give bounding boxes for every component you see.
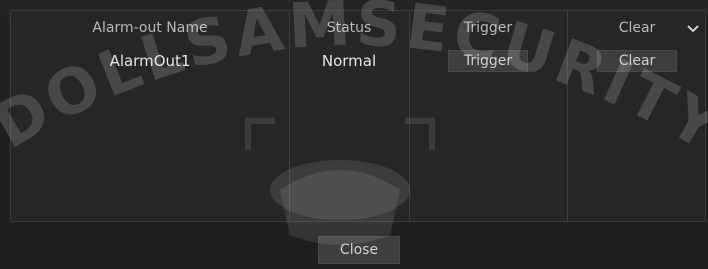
chevron-down-icon[interactable] (683, 19, 703, 39)
column-header-name: Alarm-out Name (92, 20, 208, 36)
trigger-cell: Trigger (409, 45, 567, 77)
alarm-out-name-cell: AlarmOut1 (109, 52, 191, 70)
trigger-button[interactable]: Trigger (448, 50, 528, 72)
column-header-status: Status (326, 20, 372, 36)
table-header: Alarm-out Name Status Trigger Clear (11, 11, 705, 45)
alarm-out-table: Alarm-out Name Status Trigger Clear Alar… (10, 10, 706, 222)
status-cell: Normal (321, 52, 377, 70)
clear-cell: Clear (567, 45, 707, 77)
clear-button[interactable]: Clear (597, 50, 677, 72)
alarm-out-dialog: Alarm-out Name Status Trigger Clear Alar… (0, 0, 708, 269)
column-header-trigger: Trigger (463, 20, 513, 36)
close-button[interactable]: Close (318, 236, 400, 264)
